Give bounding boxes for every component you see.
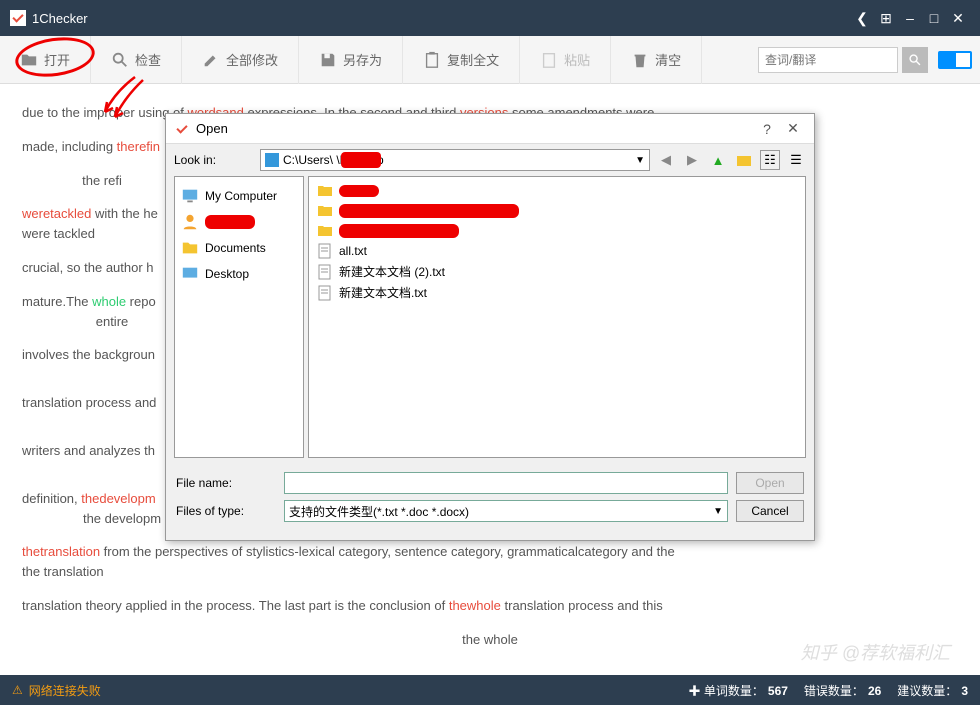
redacted-text <box>339 204 519 218</box>
titlebar: 1Checker ❮ ⊞ – □ ✕ <box>0 0 980 36</box>
chevron-down-icon: ▼ <box>713 506 723 517</box>
file-item-newdoc2[interactable]: 新建文本文档 (2).txt <box>313 261 801 282</box>
file-item-all-txt[interactable]: all.txt <box>313 241 801 261</box>
check-button[interactable]: 检查 <box>91 36 182 84</box>
file-name-label: File name: <box>176 476 276 490</box>
drive-icon <box>265 153 279 167</box>
user-icon <box>181 213 199 231</box>
chevron-down-icon: ▼ <box>635 155 645 166</box>
redacted-text <box>339 185 379 197</box>
stat-errors: 错误数量：26 <box>804 682 881 699</box>
copy-all-button[interactable]: 复制全文 <box>403 36 520 84</box>
paste-icon <box>540 51 558 69</box>
desktop-icon <box>181 265 199 283</box>
file-name-input[interactable] <box>284 472 728 494</box>
computer-icon <box>181 187 199 205</box>
dialog-open-button[interactable]: Open <box>736 472 804 494</box>
places-sidebar: My Computer Documents Desktop <box>174 176 304 458</box>
file-type-select[interactable]: 支持的文件类型(*.txt *.doc *.docx) ▼ <box>284 500 728 522</box>
warning-icon: ⚠ <box>12 683 23 697</box>
sidebar-item-desktop[interactable]: Desktop <box>179 261 299 287</box>
modify-all-button[interactable]: 全部修改 <box>182 36 299 84</box>
file-item-newdoc[interactable]: 新建文本文档.txt <box>313 282 801 303</box>
status-warning: ⚠ 网络连接失败 <box>12 682 101 699</box>
save-icon <box>319 51 337 69</box>
paste-button[interactable]: 粘贴 <box>520 36 611 84</box>
search-input[interactable] <box>758 47 898 73</box>
clipboard-icon <box>423 51 441 69</box>
share-icon[interactable]: ❮ <box>850 10 874 27</box>
stat-suggestions: 建议数量：3 <box>897 682 968 699</box>
redacted-text <box>339 224 459 238</box>
statusbar: ⚠ 网络连接失败 ✚ 单词数量：567 错误数量：26 建议数量：3 <box>0 675 980 705</box>
text-file-icon <box>317 243 333 259</box>
save-as-button[interactable]: 另存为 <box>299 36 403 84</box>
redacted-text <box>205 215 255 229</box>
file-list[interactable]: all.txt 新建文本文档 (2).txt 新建文本文档.txt <box>308 176 806 458</box>
close-icon[interactable]: ✕ <box>946 10 970 27</box>
dialog-logo-icon <box>174 121 190 137</box>
clear-button[interactable]: 清空 <box>611 36 702 84</box>
sidebar-item-my-computer[interactable]: My Computer <box>179 183 299 209</box>
search-icon <box>908 53 922 67</box>
file-item-folder2[interactable] <box>313 201 801 221</box>
dialog-cancel-button[interactable]: Cancel <box>736 500 804 522</box>
up-icon[interactable]: ▲ <box>708 150 728 170</box>
file-item-folder1[interactable] <box>313 181 801 201</box>
text-file-icon <box>317 264 333 280</box>
search-icon <box>111 51 129 69</box>
app-title: 1Checker <box>32 11 88 26</box>
dialog-close-icon[interactable]: ✕ <box>780 120 806 137</box>
minimize-icon[interactable]: – <box>898 10 922 26</box>
dialog-title: Open <box>196 121 228 136</box>
stat-words: ✚ 单词数量：567 <box>689 682 788 699</box>
redacted-blob <box>341 152 381 168</box>
file-item-folder3[interactable] <box>313 221 801 241</box>
help-icon[interactable]: ? <box>754 121 780 137</box>
open-button[interactable]: 打开 <box>0 36 91 84</box>
app-logo-icon <box>10 10 26 26</box>
text-file-icon <box>317 285 333 301</box>
plus-icon: ✚ <box>689 684 701 698</box>
folder-icon <box>20 51 38 69</box>
back-icon[interactable]: ◀ <box>656 150 676 170</box>
search-button[interactable] <box>902 47 928 73</box>
dialog-titlebar: Open ? ✕ <box>166 114 814 144</box>
brush-icon <box>202 51 220 69</box>
folder-icon <box>317 203 333 219</box>
path-dropdown[interactable]: C:\Users\ \Desktop ▼ <box>260 149 650 171</box>
file-type-label: Files of type: <box>176 504 276 518</box>
look-in-label: Look in: <box>174 153 254 167</box>
sidebar-item-user[interactable] <box>179 209 299 235</box>
forward-icon[interactable]: ▶ <box>682 150 702 170</box>
new-folder-icon[interactable] <box>734 150 754 170</box>
list-view-icon[interactable]: ☷ <box>760 150 780 170</box>
toggle-switch[interactable] <box>938 51 972 69</box>
windows-icon[interactable]: ⊞ <box>874 10 898 27</box>
maximize-icon[interactable]: □ <box>922 10 946 26</box>
toolbar: 打开 检查 全部修改 另存为 复制全文 粘贴 清空 <box>0 36 980 84</box>
folder-icon <box>317 183 333 199</box>
trash-icon <box>631 51 649 69</box>
open-dialog: Open ? ✕ Look in: C:\Users\ \Desktop ▼ ◀… <box>165 113 815 541</box>
detail-view-icon[interactable]: ☰ <box>786 150 806 170</box>
folder-icon <box>317 223 333 239</box>
sidebar-item-documents[interactable]: Documents <box>179 235 299 261</box>
folder-icon <box>181 239 199 257</box>
